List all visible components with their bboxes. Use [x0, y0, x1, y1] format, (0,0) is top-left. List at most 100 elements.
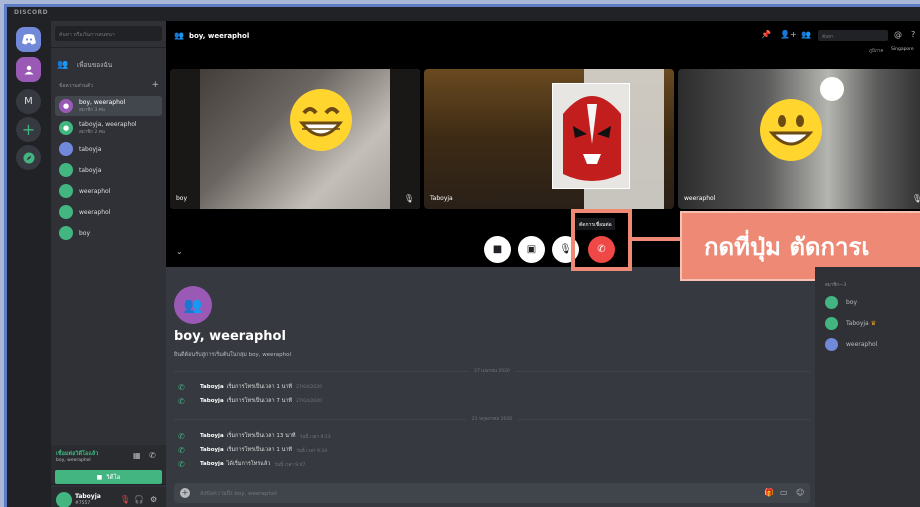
add-member-icon[interactable]: 👤+: [780, 30, 797, 39]
dm-members-count: สมาชิก 3 คน: [79, 108, 105, 113]
search-input[interactable]: ค้นหา: [818, 30, 888, 41]
message-author[interactable]: Taboyja: [200, 461, 224, 467]
video-toggle-button[interactable]: ■: [484, 236, 511, 263]
video-button-label: วิดีโอ: [106, 474, 121, 481]
upload-plus-icon[interactable]: +: [180, 488, 190, 498]
camera-icon: ■: [492, 244, 503, 255]
member-header: สมาชิก—3: [825, 283, 847, 288]
call-message: ✆ Taboyja เริ่มการโทรเป็นเวลา 1 นาที วันนี้…: [178, 445, 327, 455]
mention-icon[interactable]: @: [894, 30, 902, 39]
compass-icon[interactable]: [16, 145, 41, 170]
headphones-icon[interactable]: 🎧: [134, 495, 144, 504]
title-bar: DISCORD: [7, 7, 920, 21]
screen-share-icon: ▣: [526, 244, 537, 255]
region-select[interactable]: Singapore: [891, 47, 914, 52]
user-tag: #7557: [75, 501, 91, 506]
group-dm-icon[interactable]: [16, 57, 41, 82]
mic-icon: 🎙: [559, 244, 572, 255]
user-avatar[interactable]: [56, 492, 72, 507]
gif-icon[interactable]: ▭: [780, 488, 788, 497]
avatar: [59, 226, 73, 240]
user-panel: Taboyja #7557 🎙 🎧 ⚙: [51, 487, 166, 507]
dm-name: taboyja: [79, 166, 102, 174]
message-text: เริ่มการโทรเป็นเวลา 13 นาที: [226, 433, 296, 439]
discord-home-icon[interactable]: [16, 27, 41, 52]
help-icon[interactable]: ?: [911, 30, 915, 39]
smile-emoji-icon: [760, 99, 822, 161]
video-frame: [390, 69, 420, 209]
message-time: วันนี้ เวลา 9:13: [299, 434, 331, 440]
member-list: สมาชิก—3 boy Taboyja ♛ weeraphol: [815, 267, 920, 507]
voice-channel[interactable]: boy, weeraphol: [56, 458, 91, 463]
participant-name: weeraphol: [684, 195, 716, 202]
dm-item-taboyja[interactable]: taboyja: [55, 160, 162, 180]
phone-icon: ✆: [178, 431, 185, 441]
dm-item-weeraphol[interactable]: weeraphol: [55, 181, 162, 201]
mute-mic-icon[interactable]: 🎙: [120, 495, 130, 504]
server-m[interactable]: M: [16, 89, 41, 114]
dm-item-boy[interactable]: boy: [55, 223, 162, 243]
call-message: ✆ Taboyja เริ่มการโทรเป็นเวลา 13 นาที วันนี…: [178, 431, 331, 441]
participant-name: boy: [176, 195, 188, 202]
chat-title: boy, weeraphol: [174, 329, 286, 344]
call-message: ✆ Taboyja เริ่มการโทรเป็นเวลา 1 นาที 27/04/…: [178, 382, 322, 392]
screen-icon[interactable]: ▦: [133, 451, 141, 460]
pin-icon[interactable]: 📌: [761, 30, 771, 39]
phone-icon: ✆: [178, 396, 185, 406]
message-author[interactable]: Taboyja: [200, 384, 224, 390]
region-label: ภูมิภาค: [869, 49, 884, 54]
grin-emoji-icon: [290, 89, 352, 151]
video-tile-taboyja[interactable]: Taboyja: [424, 69, 674, 209]
member-name: Taboyja: [846, 319, 869, 327]
video-tile-weeraphol[interactable]: weeraphol 🎙: [678, 69, 920, 209]
dm-item-taboyja-weeraphol[interactable]: ● taboyja, weeraphol สมาชิก 2 คน: [55, 118, 162, 138]
member-list-icon[interactable]: 👥: [801, 30, 811, 39]
screen-share-button[interactable]: ▣: [518, 236, 545, 263]
dm-item-weeraphol[interactable]: weeraphol: [55, 202, 162, 222]
member-boy[interactable]: boy: [825, 295, 857, 309]
dm-name: weeraphol: [79, 187, 111, 195]
dm-item-boy-weeraphol[interactable]: ● boy, weeraphol สมาชิก 3 คน: [55, 96, 162, 116]
voice-status: เชื่อมต่อวิดีโอแล้ว: [56, 451, 99, 457]
call-header: 👥 boy, weeraphol: [174, 31, 249, 40]
call-message: ✆ Taboyja เริ่มการโทรเป็นเวลา 7 นาที 27/04/…: [178, 396, 322, 406]
app-title: DISCORD: [14, 9, 49, 16]
member-weeraphol[interactable]: weeraphol: [825, 337, 877, 351]
message-text: เริ่มการโทรเป็นเวลา 1 นาที: [226, 384, 293, 390]
face-detection-box: [552, 83, 630, 189]
avatar: [825, 316, 838, 330]
friends-nav-item[interactable]: 👥 เพื่อนของฉัน: [57, 56, 160, 74]
message-time: 27/04/2020: [296, 384, 322, 390]
message-author[interactable]: Taboyja: [200, 447, 224, 453]
video-tile-boy[interactable]: boy 🎙: [170, 69, 420, 209]
disconnect-phone-icon[interactable]: ✆: [149, 451, 156, 460]
avatar: [59, 142, 73, 156]
video-button[interactable]: ■ วิดีโอ: [55, 470, 162, 484]
group-avatar: ●: [59, 121, 73, 135]
avatar: [825, 295, 838, 309]
add-server-button[interactable]: +: [16, 117, 41, 142]
call-title: boy, weeraphol: [188, 31, 250, 40]
server-rail: M +: [7, 21, 51, 507]
avatar: [825, 337, 838, 351]
phone-icon: ✆: [178, 382, 185, 392]
emoji-picker-icon[interactable]: ☺: [796, 488, 804, 497]
plus-icon: +: [21, 120, 36, 139]
gear-icon[interactable]: ⚙: [150, 495, 157, 504]
message-author[interactable]: Taboyja: [200, 433, 224, 439]
gift-icon[interactable]: 🎁: [764, 488, 774, 497]
message-author[interactable]: Taboyja: [200, 398, 224, 404]
message-composer[interactable]: + ส่งข้อความถึง boy, weeraphol 🎁 ▭ ☺: [174, 483, 810, 503]
message-time: วันนี้ เวลา 9:34: [296, 448, 328, 454]
find-conversation-input[interactable]: ค้นหา หรือเริ่มการสนทนา: [55, 26, 162, 41]
dm-members-count: สมาชิก 2 คน: [79, 130, 105, 135]
phone-icon: ✆: [178, 459, 185, 469]
dm-sidebar: ค้นหา หรือเริ่มการสนทนา 👥 เพื่อนของฉัน ข…: [51, 21, 166, 507]
create-dm-plus-icon[interactable]: +: [151, 80, 159, 90]
message-text: ได้เริ่มการโทรแล้ว: [226, 461, 271, 467]
member-taboyja[interactable]: Taboyja ♛: [825, 316, 876, 330]
member-name: boy: [846, 298, 858, 306]
camera-overlay: [820, 77, 844, 101]
chevron-down-icon[interactable]: ⌄: [176, 247, 183, 256]
dm-item-taboyja[interactable]: taboyja: [55, 139, 162, 159]
